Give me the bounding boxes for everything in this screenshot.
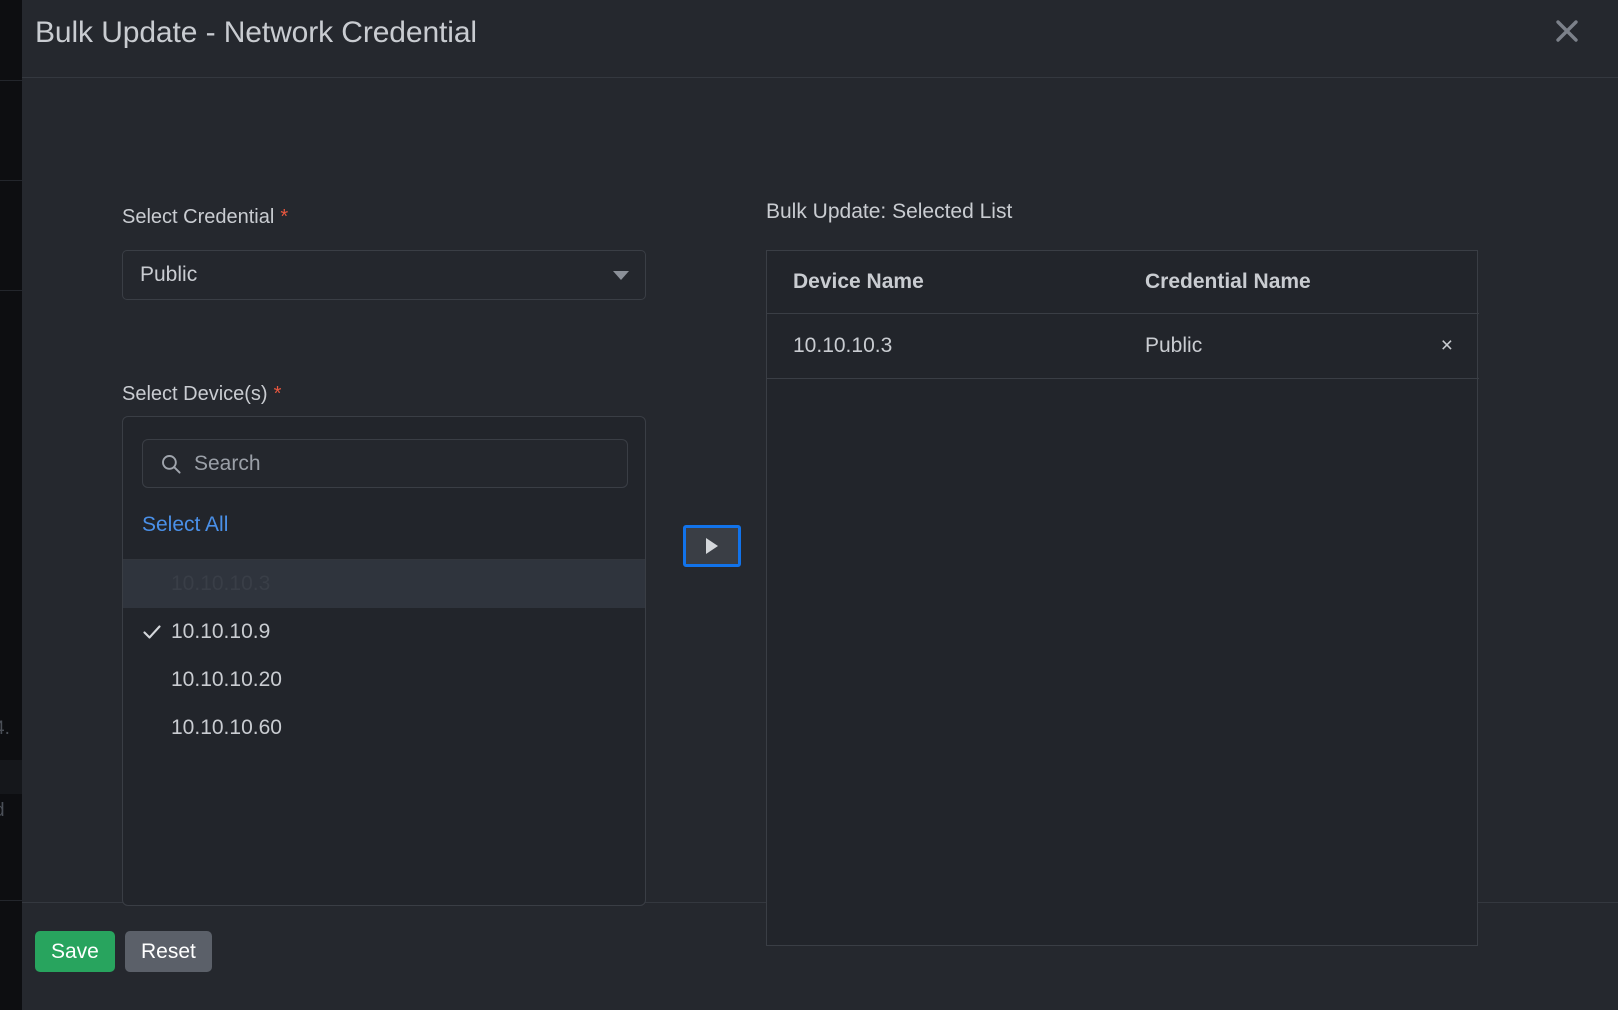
dialog-title: Bulk Update - Network Credential — [35, 16, 477, 50]
device-option-label: 10.10.10.20 — [171, 668, 282, 692]
selected-list-panel: Device Name Credential Name 10.10.10.3 P… — [766, 250, 1478, 946]
devices-label: Select Device(s) — [122, 383, 268, 406]
search-placeholder: Search — [194, 452, 261, 476]
device-option-list: 10.10.10.3 10.10.10.9 10.10.10.20 — [123, 560, 645, 905]
search-input[interactable]: Search — [142, 439, 628, 488]
dialog-body: Select Credential * Public Select Device… — [22, 78, 1618, 903]
chevron-down-icon — [613, 271, 629, 280]
reset-button[interactable]: Reset — [125, 931, 212, 972]
background-page-sliver: ) 4. d ) — [0, 0, 24, 1010]
device-option[interactable]: 10.10.10.9 — [123, 608, 645, 656]
cell-action: × — [1431, 314, 1479, 379]
dialog-header: Bulk Update - Network Credential — [22, 0, 1618, 78]
cell-device-name: 10.10.10.3 — [767, 314, 1119, 379]
backdrop-glyph: d — [0, 800, 5, 822]
device-listbox: Search Select All 10.10.10.3 — [122, 416, 646, 906]
backdrop-glyph: 4. — [0, 718, 10, 740]
device-option-label: 10.10.10.3 — [171, 572, 270, 596]
select-all-link[interactable]: Select All — [142, 513, 228, 537]
cell-credential-name: Public — [1119, 314, 1431, 379]
credential-label-row: Select Credential * — [122, 206, 288, 229]
column-header-action — [1431, 251, 1479, 314]
close-icon[interactable] — [1550, 14, 1584, 48]
credential-selected-value: Public — [140, 263, 197, 287]
table-header-row: Device Name Credential Name — [767, 251, 1479, 314]
device-option-label: 10.10.10.60 — [171, 716, 282, 740]
check-icon — [141, 621, 171, 643]
credential-required-marker: * — [280, 206, 288, 229]
remove-row-icon[interactable]: × — [1441, 334, 1453, 358]
credential-select[interactable]: Public — [122, 250, 646, 300]
table-row: 10.10.10.3 Public × — [767, 314, 1479, 379]
devices-label-row: Select Device(s) * — [122, 383, 281, 406]
bulk-update-dialog: Bulk Update - Network Credential Select … — [22, 0, 1618, 1010]
selected-list-table: Device Name Credential Name 10.10.10.3 P… — [767, 251, 1479, 379]
save-button[interactable]: Save — [35, 931, 115, 972]
dialog-footer: Save Reset — [22, 903, 1618, 1010]
device-option[interactable]: 10.10.10.3 — [123, 560, 645, 608]
device-option[interactable]: 10.10.10.60 — [123, 704, 645, 752]
selected-list-heading: Bulk Update: Selected List — [766, 200, 1012, 224]
play-arrow-right-icon — [706, 538, 718, 554]
devices-required-marker: * — [274, 383, 282, 406]
device-option[interactable]: 10.10.10.20 — [123, 656, 645, 704]
column-header-credential-name: Credential Name — [1119, 251, 1431, 314]
column-header-device-name: Device Name — [767, 251, 1119, 314]
search-icon — [160, 453, 182, 475]
move-to-selected-button[interactable] — [683, 525, 741, 567]
device-option-label: 10.10.10.9 — [171, 620, 270, 644]
credential-label: Select Credential — [122, 206, 274, 229]
